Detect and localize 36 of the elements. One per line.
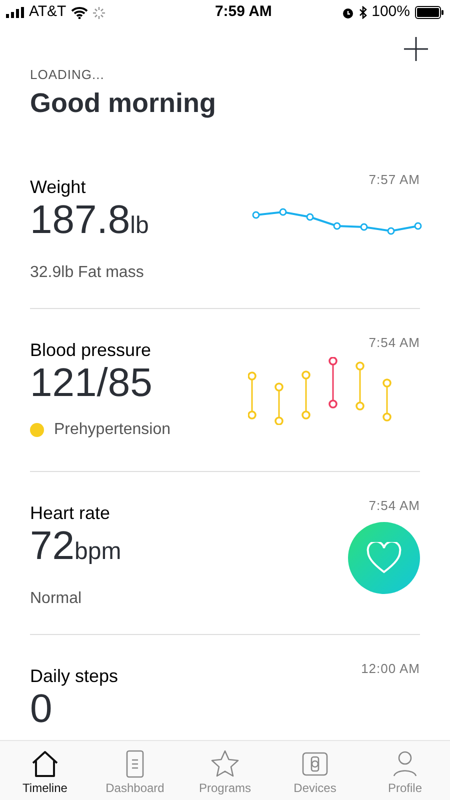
reading-time: 7:54 AM — [368, 334, 420, 352]
spinner-icon — [93, 6, 106, 18]
signal-icon — [6, 7, 24, 18]
battery-icon — [414, 6, 444, 19]
greeting-title: Good morning — [30, 87, 217, 120]
star-icon — [210, 749, 240, 779]
card-title: Weight — [30, 176, 87, 198]
reading-value: 187.8lb — [30, 198, 150, 244]
card-title: Blood pressure — [30, 339, 152, 361]
battery-percent: 100% — [372, 2, 410, 22]
bluetooth-icon — [358, 6, 367, 19]
tab-item[interactable]: Programs — [180, 741, 270, 800]
home-icon — [30, 749, 60, 779]
reading-value: 0 — [30, 687, 54, 731]
reading-value: 121/85 — [30, 361, 154, 405]
reading-time: 12:00 AM — [361, 660, 420, 678]
wifi-icon — [71, 6, 88, 18]
clock-time: 7:59 AM — [214, 2, 272, 22]
alarm-icon — [342, 6, 354, 18]
reading-note: Prehypertension — [54, 420, 171, 440]
reading-time: 7:57 AM — [368, 171, 420, 189]
reading-time: 7:54 AM — [368, 497, 420, 515]
card-title: Heart rate — [30, 502, 112, 524]
reading-note: Normal — [30, 589, 82, 609]
reading-value: 72bpm — [30, 524, 122, 570]
tab-item[interactable]: Devices — [270, 741, 360, 800]
loading-label: LOADING... — [30, 66, 106, 84]
tab-item[interactable]: Timeline — [0, 741, 90, 800]
tab-item[interactable]: Profile — [360, 741, 450, 800]
card-title: Daily steps — [30, 665, 120, 687]
plus-icon — [404, 37, 428, 61]
heart-icon — [366, 542, 402, 574]
carrier-name: AT&T — [29, 2, 66, 22]
reading-note: 32.9lb Fat mass — [30, 263, 144, 283]
add-button[interactable] — [402, 35, 430, 63]
tab-item[interactable]: Dashboard — [90, 741, 180, 800]
